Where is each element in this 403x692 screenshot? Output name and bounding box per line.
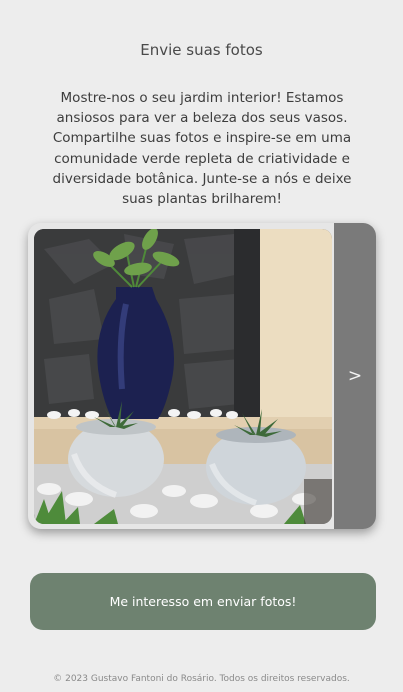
carousel-image-planters: [34, 229, 332, 524]
photo-carousel: >: [28, 223, 376, 529]
send-photos-button[interactable]: Me interesso em enviar fotos!: [30, 573, 376, 630]
chevron-right-icon: >: [347, 366, 363, 386]
carousel-next-button[interactable]: >: [334, 223, 376, 529]
footer-copyright: © 2023 Gustavo Fantoni do Rosário. Todos…: [53, 674, 350, 684]
section-title: Envie suas fotos: [140, 41, 263, 59]
intro-paragraph: Mostre-nos o seu jardim interior! Estamo…: [52, 90, 352, 208]
